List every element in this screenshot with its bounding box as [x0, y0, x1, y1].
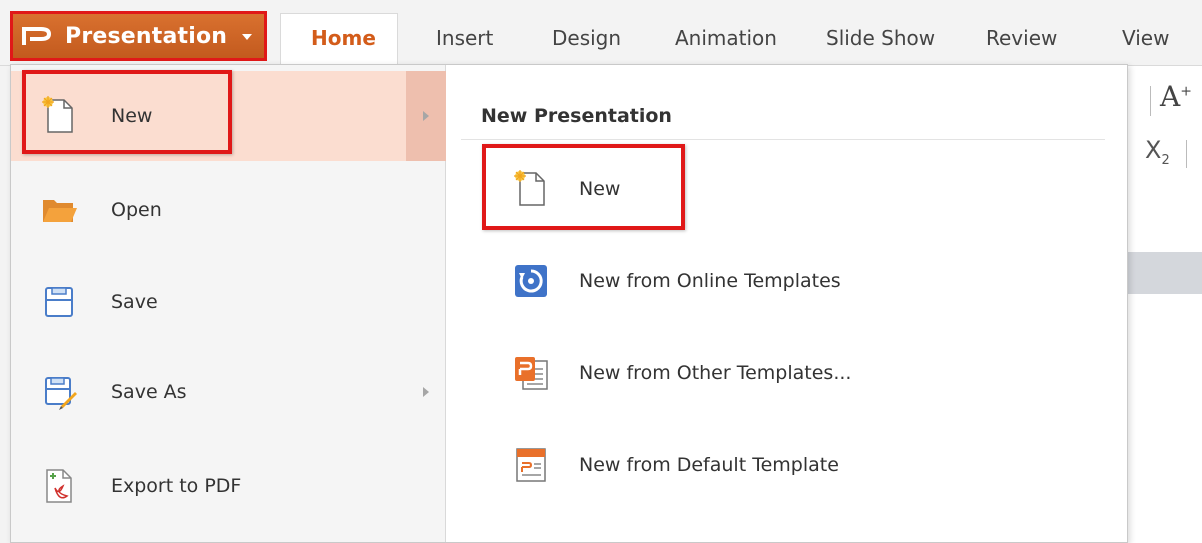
ribbon-separator: [1150, 86, 1151, 116]
new-presentation-panel: New Presentation New New from Online Tem…: [447, 65, 1127, 542]
submenu-item-label: New from Default Template: [579, 454, 839, 476]
menu-item-label: Export to PDF: [111, 475, 242, 497]
submenu-item-other-templates[interactable]: New from Other Templates...: [481, 333, 1101, 413]
menu-item-open[interactable]: Open: [11, 165, 446, 255]
chevron-down-icon: [242, 34, 252, 40]
ribbon-group-strip: [1118, 252, 1202, 294]
menu-item-new[interactable]: New: [11, 71, 446, 161]
tab-design[interactable]: Design: [552, 26, 621, 50]
presentation-logo-icon: [22, 27, 52, 45]
menu-item-export-pdf[interactable]: Export to PDF: [11, 441, 446, 531]
tab-insert[interactable]: Insert: [436, 26, 493, 50]
submenu-item-label: New from Online Templates: [579, 270, 841, 292]
save-as-icon: [45, 377, 77, 410]
submenu-arrow-icon: [406, 347, 446, 437]
menu-command-list: New Open Save Save As Export to PDF: [11, 65, 446, 542]
save-icon: [45, 287, 73, 317]
subscript-button[interactable]: X2: [1145, 136, 1170, 168]
tab-review[interactable]: Review: [986, 26, 1057, 50]
other-templates-icon: [515, 357, 548, 390]
submenu-arrow-icon: [406, 71, 446, 161]
presentation-menu-button[interactable]: Presentation: [10, 11, 267, 61]
folder-open-icon: [43, 200, 77, 222]
menu-item-label: Open: [111, 199, 162, 221]
menu-item-label: New: [111, 105, 153, 127]
font-grow-button[interactable]: A+: [1160, 80, 1192, 113]
ribbon-tab-bar: Presentation Home Insert Design Animatio…: [0, 0, 1202, 67]
submenu-item-label: New from Other Templates...: [579, 362, 852, 384]
tab-home[interactable]: Home: [311, 26, 376, 50]
ribbon-separator: [1186, 140, 1187, 168]
submenu-item-new[interactable]: New: [481, 149, 1101, 229]
presentation-menu-label: Presentation: [65, 23, 228, 49]
default-template-icon: [516, 448, 546, 482]
new-document-icon: [514, 170, 545, 206]
tab-slide-show[interactable]: Slide Show: [826, 26, 935, 50]
tab-animation[interactable]: Animation: [675, 26, 777, 50]
submenu-item-online-templates[interactable]: New from Online Templates: [481, 241, 1101, 321]
panel-title: New Presentation: [481, 105, 672, 127]
menu-item-label: Save: [111, 291, 158, 313]
presentation-dropdown-menu: New Open Save Save As Export to PDF New …: [10, 64, 1128, 543]
submenu-item-default-template[interactable]: New from Default Template: [481, 425, 1101, 505]
font-grow-label: A: [1160, 80, 1181, 113]
subscript-label: X: [1145, 136, 1162, 164]
menu-item-label: Save As: [111, 381, 187, 403]
new-document-icon: [42, 96, 73, 133]
menu-item-save-as[interactable]: Save As: [11, 347, 446, 437]
menu-item-save[interactable]: Save: [11, 257, 446, 347]
pdf-export-icon: [46, 469, 72, 503]
presentation-app: Presentation Home Insert Design Animatio…: [0, 0, 1202, 543]
tab-view[interactable]: View: [1122, 26, 1169, 50]
submenu-item-label: New: [579, 178, 621, 200]
online-templates-icon: [515, 265, 547, 297]
panel-divider: [461, 139, 1105, 140]
